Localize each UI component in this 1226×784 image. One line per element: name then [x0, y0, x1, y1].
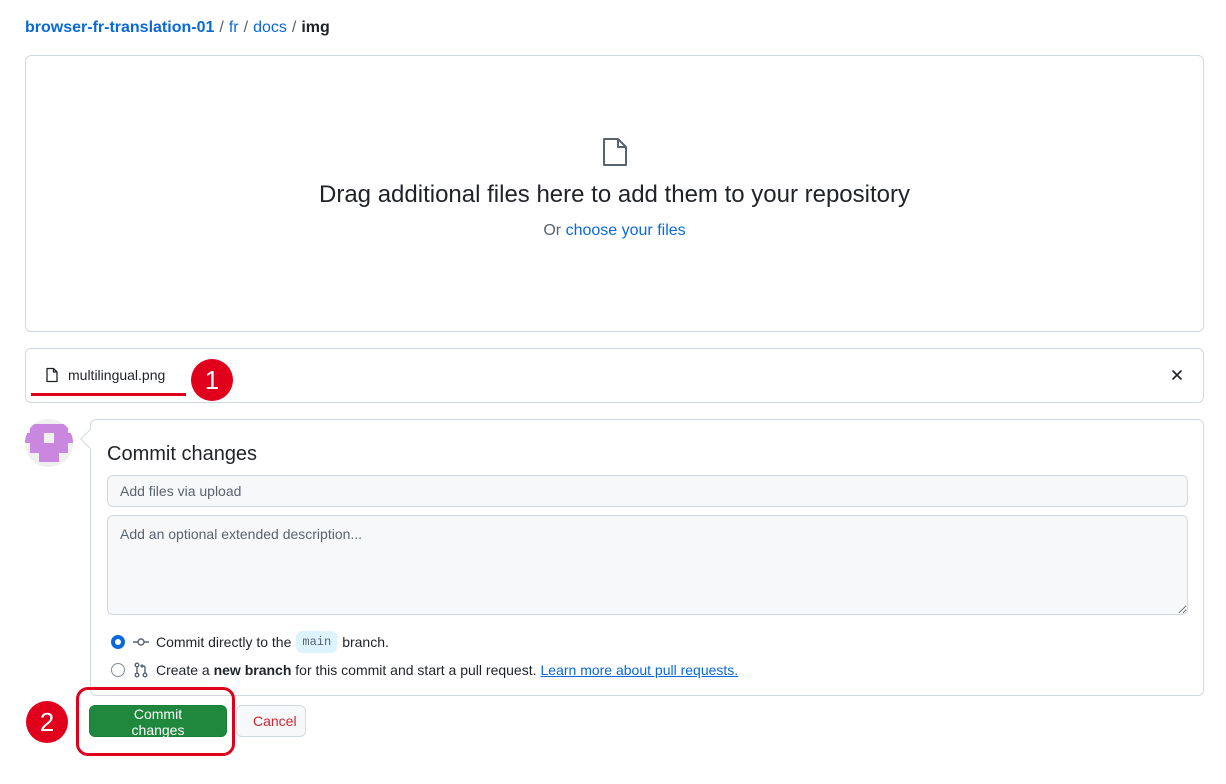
commit-direct-radio[interactable] [111, 635, 125, 649]
git-commit-icon [133, 638, 149, 646]
file-drop-zone[interactable]: Drag additional files here to add them t… [25, 55, 1204, 332]
file-icon [602, 138, 627, 166]
annotation-underline [31, 393, 186, 396]
commit-description-input[interactable] [107, 515, 1188, 615]
commit-changes-button[interactable]: Commit changes [89, 705, 227, 738]
dropzone-or-text: Or [543, 222, 562, 239]
new-branch-radio[interactable] [111, 663, 125, 677]
commit-direct-suffix: branch. [342, 634, 389, 650]
breadcrumb-current: img [301, 19, 330, 36]
commit-direct-prefix: Commit directly to the [156, 634, 292, 650]
close-icon[interactable] [1169, 367, 1185, 383]
commit-option-direct[interactable]: Commit directly to the main branch. [111, 631, 389, 653]
commit-summary-input[interactable] [107, 475, 1188, 507]
breadcrumb-repo-link[interactable]: browser-fr-translation-01 [25, 19, 214, 36]
identicon-icon [25, 419, 73, 467]
git-pull-request-icon [134, 662, 148, 678]
dropzone-title: Drag additional files here to add them t… [319, 181, 910, 208]
branch-name-badge: main [296, 631, 338, 653]
commit-option-new-branch[interactable]: Create a new branch for this commit and … [111, 660, 738, 680]
new-branch-bold: new branch [213, 662, 292, 678]
breadcrumb-docs-link[interactable]: docs [253, 19, 287, 36]
commit-changes-panel: Commit changes Commit directly to the ma… [80, 419, 1204, 696]
annotation-callout-1: 1 [191, 359, 233, 401]
breadcrumb: browser-fr-translation-01/fr / docs / img [25, 18, 330, 38]
breadcrumb-fr-link[interactable]: fr [229, 19, 239, 36]
file-icon [46, 367, 58, 383]
choose-files-link[interactable]: choose your files [566, 222, 686, 239]
panel-pointer [80, 429, 100, 449]
breadcrumb-separator: / [219, 19, 224, 36]
commit-heading: Commit changes [107, 443, 258, 465]
breadcrumb-separator: / [243, 19, 249, 36]
new-branch-suffix: for this commit and start a pull request… [295, 662, 537, 678]
dropzone-alt-text: Or choose your files [543, 222, 685, 240]
new-branch-prefix: Create a [156, 662, 210, 678]
breadcrumb-separator: / [291, 19, 297, 36]
learn-more-pull-requests-link[interactable]: Learn more about pull requests. [541, 660, 739, 680]
annotation-callout-2: 2 [26, 701, 68, 743]
uploaded-file-item: multilingual.png [44, 367, 165, 383]
cancel-button[interactable]: Cancel [236, 705, 306, 737]
avatar[interactable] [25, 419, 73, 467]
uploaded-file-name: multilingual.png [68, 367, 166, 383]
